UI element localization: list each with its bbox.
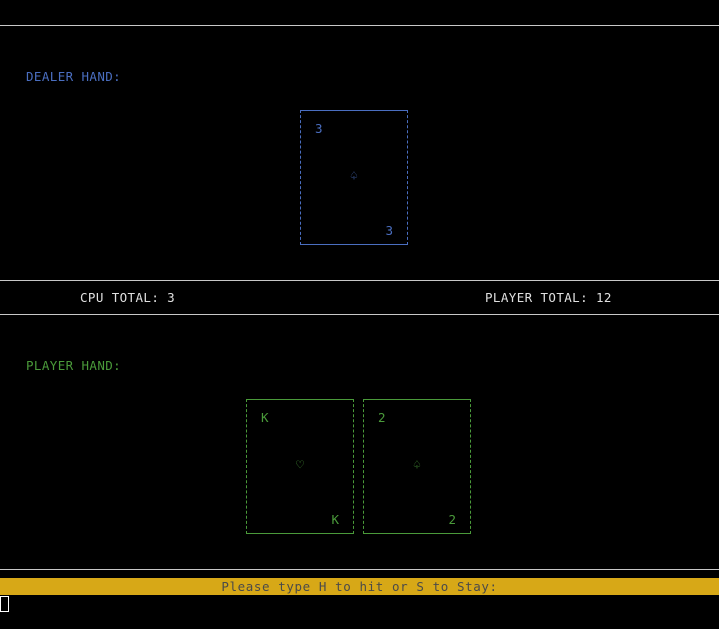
spade-icon: ♤ <box>350 169 358 184</box>
divider-totals-bottom <box>0 314 719 315</box>
divider-top <box>0 25 719 26</box>
dealer-card-1: 3 ♤ 3 <box>300 110 408 245</box>
spade-icon: ♤ <box>413 458 421 473</box>
heart-icon: ♡ <box>296 458 304 473</box>
card-rank-bottom: 2 <box>448 512 456 527</box>
player-total: PLAYER TOTAL: 12 <box>485 290 612 305</box>
card-rank-bottom: K <box>331 512 339 527</box>
cpu-total: CPU TOTAL: 3 <box>80 290 176 305</box>
card-rank-top: 3 <box>315 121 323 136</box>
input-prompt: Please type H to hit or S to Stay: <box>0 578 719 595</box>
text-cursor[interactable] <box>0 596 9 612</box>
divider-totals-top <box>0 280 719 281</box>
card-rank-bottom: 3 <box>385 223 393 238</box>
divider-bottom <box>0 569 719 570</box>
dealer-hand-label: DEALER HAND: <box>26 69 122 84</box>
card-rank-top: 2 <box>378 410 386 425</box>
card-rank-top: K <box>261 410 269 425</box>
player-card-1: K ♡ K <box>246 399 354 534</box>
player-card-2: 2 ♤ 2 <box>363 399 471 534</box>
player-hand-label: PLAYER HAND: <box>26 358 122 373</box>
